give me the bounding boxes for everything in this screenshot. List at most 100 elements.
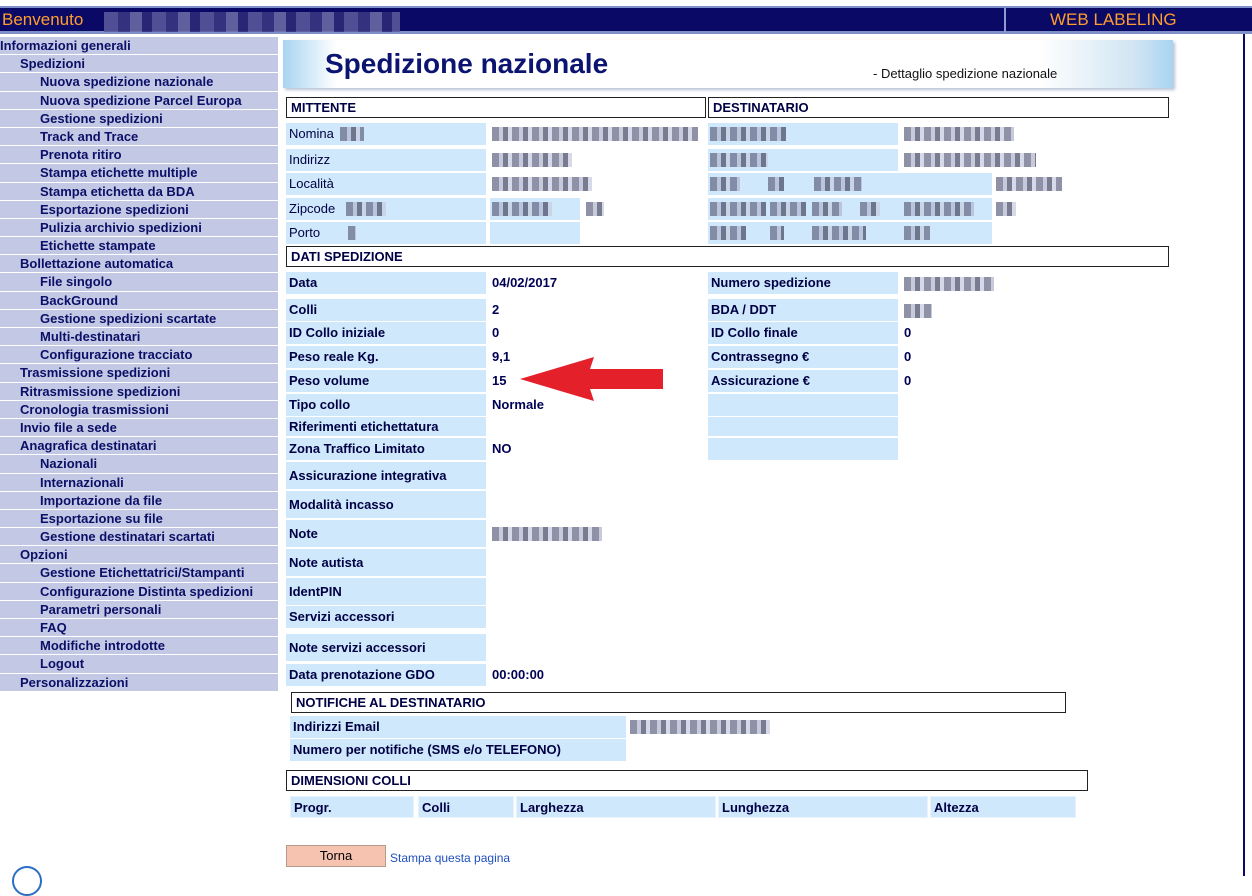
- sidebar-item-configurazione-distinta-spedizioni[interactable]: Configurazione Distinta spedizioni: [0, 582, 278, 600]
- dati-value-14: [492, 634, 692, 661]
- sidebar-item-stampa-etichetta-da-bda[interactable]: Stampa etichetta da BDA: [0, 182, 278, 200]
- sidebar-item-cronologia-trasmissioni[interactable]: Cronologia trasmissioni: [0, 400, 278, 418]
- sidebar-item-informazioni-generali[interactable]: Informazioni generali: [0, 37, 278, 55]
- sidebar-item-multi-destinatari[interactable]: Multi-destinatari: [0, 328, 278, 346]
- destinatario-nominativo-value-redacted: [904, 127, 1014, 141]
- dati-label-10: Note: [286, 520, 486, 547]
- dati-right-value-4: 0: [904, 373, 912, 388]
- sidebar-item-pulizia-archivio-spedizioni[interactable]: Pulizia archivio spedizioni: [0, 218, 278, 237]
- sidebar-item-gestione-etichettatrici-stampanti[interactable]: Gestione Etichettatrici/Stampanti: [0, 564, 278, 582]
- destinatario-localita-value-redacted: [996, 177, 1062, 191]
- dati-label-9: Modalità incasso: [286, 491, 486, 518]
- dati-right-empty-cell: [708, 438, 898, 460]
- destinatario-prov-redacted: [710, 177, 740, 191]
- sidebar-item-personalizzazioni[interactable]: Personalizzazioni: [0, 673, 278, 691]
- dati-label-0: Data: [286, 272, 486, 294]
- mittente-label-localita: Località: [286, 173, 486, 195]
- destinatario-header: DESTINATARIO: [708, 97, 1169, 118]
- sidebar-item-esportazione-spedizioni[interactable]: Esportazione spedizioni: [0, 200, 278, 218]
- corner-circle-icon: [12, 866, 42, 896]
- print-link[interactable]: Stampa questa pagina: [390, 851, 510, 865]
- sidebar-item-nazionali[interactable]: Nazionali: [0, 455, 278, 473]
- mittente-zipcode-value-redacted: [346, 202, 386, 216]
- destinatario-misc-redacted: [812, 226, 866, 240]
- sms-label: Numero per notifiche (SMS e/o TELEFONO): [290, 739, 626, 761]
- mittente-nominativo-redacted: [340, 127, 364, 141]
- dimensioni-col-larghezza: Larghezza: [516, 796, 716, 818]
- dati-label-15: Data prenotazione GDO: [286, 664, 486, 686]
- sidebar-item-importazione-da-file[interactable]: Importazione da file: [0, 491, 278, 509]
- sidebar-item-stampa-etichette-multiple[interactable]: Stampa etichette multiple: [0, 164, 278, 182]
- destinatario-prov-value-redacted: [768, 177, 784, 191]
- page-banner: Spedizione nazionale - Dettaglio spedizi…: [283, 40, 1173, 88]
- sidebar-item-modifiche-introdotte[interactable]: Modifiche introdotte: [0, 637, 278, 655]
- top-bar: Benvenuto WEB LABELING: [0, 6, 1252, 34]
- sidebar-item-etichette-stampate[interactable]: Etichette stampate: [0, 237, 278, 255]
- sidebar-item-bollettazione-automatica[interactable]: Bollettazione automatica: [0, 255, 278, 273]
- sidebar-item-track-and-trace[interactable]: Track and Trace: [0, 127, 278, 146]
- destinatario-sede-value-redacted: [860, 202, 880, 216]
- dati-label-13: Servizi accessori: [286, 606, 486, 628]
- mittente-provincia-code-redacted: [586, 202, 604, 216]
- sidebar-item-nuova-spedizione-nazionale[interactable]: Nuova spedizione nazionale: [0, 73, 278, 91]
- sidebar-item-trasmissione-spedizioni[interactable]: Trasmissione spedizioni: [0, 364, 278, 382]
- sidebar-item-esportazione-su-file[interactable]: Esportazione su file: [0, 509, 278, 528]
- sidebar-item-invio-file-a-sede[interactable]: Invio file a sede: [0, 418, 278, 437]
- header-divider: [1004, 8, 1006, 32]
- destinatario-zipcode-redacted: [710, 202, 766, 216]
- email-label: Indirizzi Email: [290, 716, 626, 738]
- dati-spedizione-header: DATI SPEDIZIONE: [286, 246, 1169, 267]
- welcome-label: Benvenuto: [2, 10, 84, 29]
- sidebar-item-gestione-destinatari-scartati[interactable]: Gestione destinatari scartati: [0, 528, 278, 546]
- destinatario-indirizzo-label-redacted: [710, 153, 768, 167]
- username-redacted: [104, 12, 400, 32]
- destinatario-porto-redacted: [710, 226, 746, 240]
- sidebar-item-ritrasmissione-spedizioni[interactable]: Ritrasmissione spedizioni: [0, 382, 278, 400]
- sidebar-item-background[interactable]: BackGround: [0, 291, 278, 309]
- destinatario-indirizzo-value-redacted: [904, 153, 1036, 167]
- dati-label-11: Note autista: [286, 549, 486, 576]
- sidebar-item-nuova-spedizione-parcel-europa[interactable]: Nuova spedizione Parcel Europa: [0, 91, 278, 109]
- dati-right-empty-cell: [708, 394, 898, 416]
- sidebar-item-prenota-ritiro[interactable]: Prenota ritiro: [0, 146, 278, 164]
- mittente-nominativo-value-redacted: [492, 127, 698, 141]
- dimensioni-col-altezza: Altezza: [930, 796, 1076, 818]
- dati-value-13: [492, 606, 692, 628]
- dimensioni-col-lunghezza: Lunghezza: [718, 796, 928, 818]
- sidebar-item-spedizioni[interactable]: Spedizioni: [0, 55, 278, 73]
- dati-value-11: [492, 549, 692, 576]
- sidebar-item-configurazione-tracciato[interactable]: Configurazione tracciato: [0, 346, 278, 364]
- back-button[interactable]: Torna: [286, 845, 386, 867]
- sidebar-item-anagrafica-destinatari[interactable]: Anagrafica destinatari: [0, 437, 278, 455]
- mittente-localita-value-redacted: [492, 177, 592, 191]
- dati-label-6: Riferimenti etichettatura: [286, 417, 486, 436]
- dati-label-2: ID Collo iniziale: [286, 322, 486, 344]
- sidebar-item-logout[interactable]: Logout: [0, 655, 278, 673]
- dimensioni-col-progr: Progr.: [290, 796, 414, 818]
- sidebar-item-file-singolo[interactable]: File singolo: [0, 273, 278, 291]
- note-value-redacted: [492, 527, 602, 541]
- dati-value-6: [492, 417, 692, 436]
- highlight-arrow: [520, 357, 663, 401]
- destinatario-zipcode-value-redacted: [770, 202, 806, 216]
- dati-right-label-4: Assicurazione €: [708, 370, 898, 392]
- email-value-redacted: [630, 720, 770, 734]
- mittente-porto-cell: [490, 222, 580, 244]
- dati-right-value-2: 0: [904, 325, 912, 340]
- sidebar-item-parametri-personali[interactable]: Parametri personali: [0, 600, 278, 618]
- sidebar-nav: Informazioni generali Spedizioni Nuova spe…: [0, 37, 278, 692]
- dati-label-8: Assicurazione integrativa: [286, 462, 486, 489]
- destinatario-misc-value-redacted: [904, 226, 930, 240]
- dati-label-14: Note servizi accessori: [286, 634, 486, 661]
- sidebar-item-faq[interactable]: FAQ: [0, 619, 278, 637]
- sidebar-item-gestione-spedizioni[interactable]: Gestione spedizioni: [0, 109, 278, 127]
- destinatario-localita-label-redacted: [814, 177, 862, 191]
- mittente-label-nominativo: Nomina: [286, 123, 486, 145]
- dati-label-7: Zona Traffico Limitato: [286, 438, 486, 460]
- mittente-header: MITTENTE: [286, 97, 706, 118]
- dati-label-12: IdentPIN: [286, 578, 486, 605]
- sidebar-item-opzioni[interactable]: Opzioni: [0, 546, 278, 564]
- sidebar-item-gestione-spedizioni-scartate[interactable]: Gestione spedizioni scartate: [0, 309, 278, 327]
- sidebar-item-internazionali[interactable]: Internazionali: [0, 473, 278, 491]
- page-subtitle: - Dettaglio spedizione nazionale: [873, 66, 1058, 81]
